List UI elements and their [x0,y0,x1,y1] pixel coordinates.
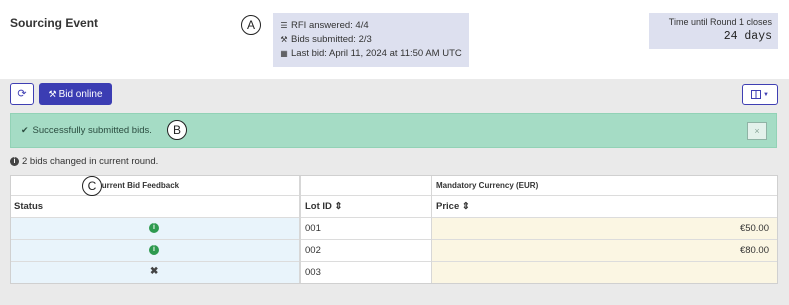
refresh-icon: ⟳ [17,88,27,100]
rfi-answered-text: RFI answered: 4/4 [291,19,369,31]
last-bid-text: Last bid: April 11, 2024 at 11:50 AM UTC [291,47,462,59]
round-timer-panel: Time until Round 1 closes 24 days [649,13,778,49]
bid-table: Current Bid Feedback Mandatory Currency … [10,175,778,284]
refresh-button[interactable]: ⟳ [10,83,34,105]
x-mark-icon: ✖ [150,266,159,277]
group-header-currency: Mandatory Currency (EUR) [436,181,539,190]
callout-b: B [167,120,187,140]
lot-id-cell: 001 [305,223,321,234]
success-alert: ✔ Successfully submitted bids. × [10,113,777,148]
close-button[interactable]: × [747,122,767,140]
divider [11,195,777,196]
bid-online-label: Bid online [58,88,103,100]
column-header-price[interactable]: Price ⇕ [436,196,470,217]
calendar-icon: ▦ [280,48,288,58]
callout-c: C [82,176,102,196]
bid-online-button[interactable]: ⚒ Bid online [39,83,112,105]
info-icon: i [149,245,159,255]
timer-value: 24 days [723,30,772,43]
lot-id-cell: 003 [305,267,321,278]
gavel-icon: ⚒ [280,34,288,44]
info-icon: i [10,157,19,166]
column-header-lot-id[interactable]: Lot ID ⇕ [305,196,343,217]
alert-message: Successfully submitted bids. [32,125,152,136]
lot-id-cell: 002 [305,245,321,256]
column-header-status[interactable]: Status [14,196,43,217]
columns-icon [751,90,762,99]
divider [300,176,301,283]
price-cell: €80.00 [739,245,769,256]
close-icon: × [754,126,760,136]
page-title: Sourcing Event [10,16,99,30]
divider [431,176,432,283]
gavel-icon: ⚒ [48,88,57,99]
callout-a: A [241,15,261,35]
check-icon: ✔ [21,125,29,135]
info-note: i 2 bids changed in current round. [10,156,158,167]
chevron-down-icon: ▼ [763,91,769,98]
price-cell: €50.00 [739,223,769,234]
group-header-bid-feedback: Current Bid Feedback [96,181,180,190]
timer-label: Time until Round 1 closes [668,17,772,27]
column-toggle-button[interactable]: ▼ [742,84,778,105]
info-icon: i [149,223,159,233]
info-note-text: 2 bids changed in current round. [22,156,159,167]
page-header: Sourcing Event A ☰ RFI answered: 4/4 ⚒ B… [0,0,789,79]
bids-submitted-text: Bids submitted: 2/3 [291,33,372,45]
bid-summary-panel: ☰ RFI answered: 4/4 ⚒ Bids submitted: 2/… [273,13,469,67]
list-icon: ☰ [280,20,288,30]
